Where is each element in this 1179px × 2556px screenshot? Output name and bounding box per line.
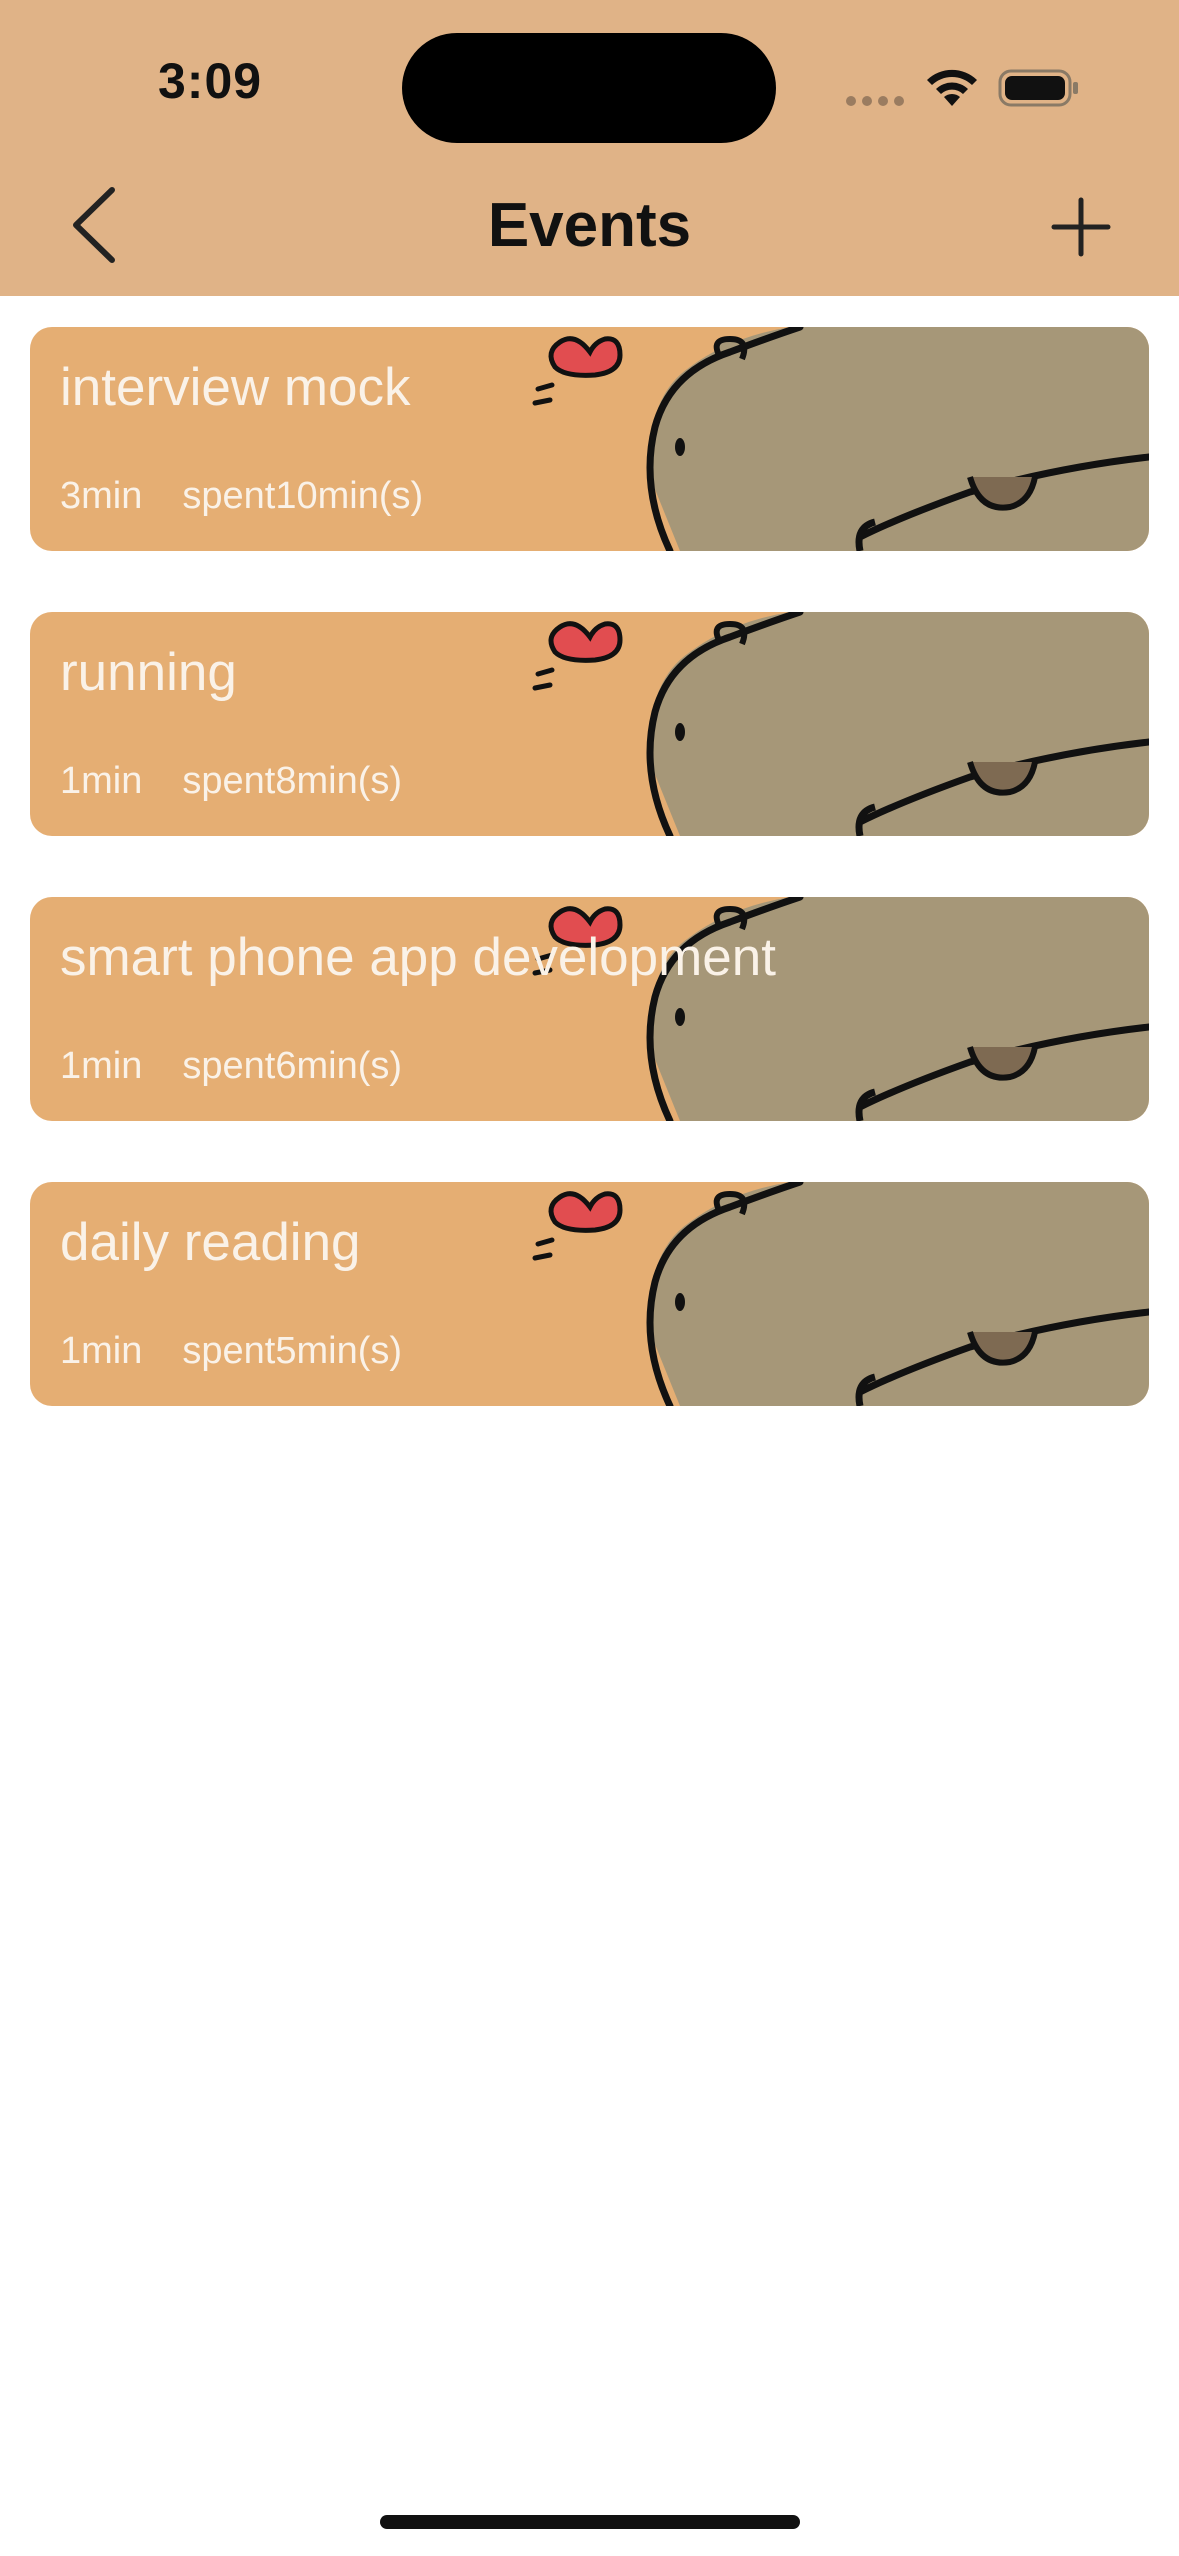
event-meta: 1min spent5min(s)	[60, 1330, 402, 1373]
event-card[interactable]: daily reading 1min spent5min(s)	[30, 1182, 1149, 1406]
event-spent: spent5min(s)	[182, 1330, 403, 1372]
cellular-signal-icon	[846, 96, 904, 106]
event-duration: 1min	[60, 1330, 143, 1372]
event-card[interactable]: running 1min spent8min(s)	[30, 612, 1149, 836]
navigation-header: 3:09 Events	[0, 0, 1179, 296]
event-card[interactable]: interview mock 3min spent10min(s)	[30, 327, 1149, 551]
dynamic-island	[402, 33, 776, 143]
event-meta: 1min spent6min(s)	[60, 1045, 402, 1088]
event-title: interview mock	[60, 358, 411, 417]
event-title: daily reading	[60, 1213, 361, 1272]
battery-icon	[998, 69, 1078, 107]
event-title: running	[60, 643, 237, 702]
event-meta: 3min spent10min(s)	[60, 475, 423, 518]
event-spent: spent6min(s)	[182, 1045, 403, 1087]
home-indicator[interactable]	[380, 2515, 800, 2529]
events-list: interview mock 3min spent10min(s) running…	[30, 327, 1149, 1467]
event-spent: spent8min(s)	[182, 760, 403, 802]
event-duration: 1min	[60, 1045, 143, 1087]
event-meta: 1min spent8min(s)	[60, 760, 402, 803]
wifi-icon	[927, 69, 977, 106]
event-title: smart phone app development	[60, 928, 776, 987]
event-duration: 3min	[60, 475, 143, 517]
events-screen: 3:09 Events interview mock 3min spent10m…	[0, 0, 1179, 2556]
page-title: Events	[487, 191, 692, 260]
event-spent: spent10min(s)	[182, 475, 424, 517]
event-card[interactable]: smart phone app development 1min spent6mi…	[30, 897, 1149, 1121]
status-time: 3:09	[158, 53, 263, 109]
add-event-button[interactable]	[1050, 196, 1112, 258]
event-duration: 1min	[60, 760, 143, 802]
